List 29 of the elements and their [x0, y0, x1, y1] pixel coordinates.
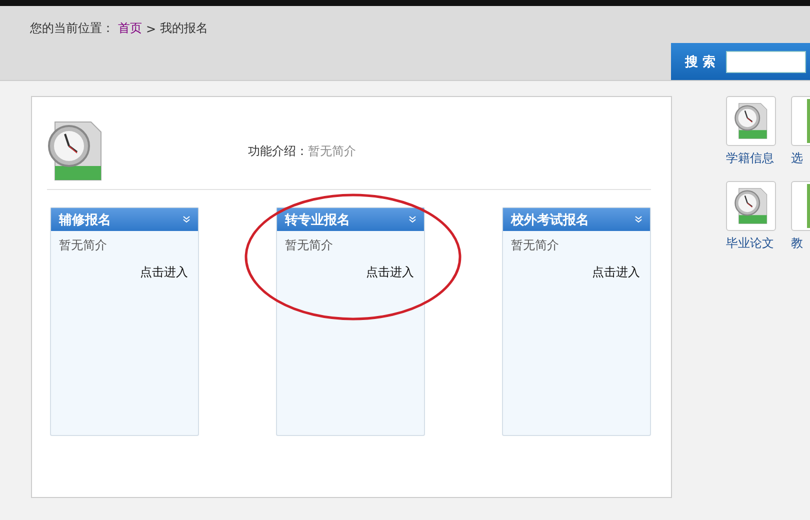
shortcut-label[interactable]: 教: [791, 235, 803, 252]
intro-label: 功能介绍：: [248, 142, 308, 160]
card-title: 辅修报名: [59, 212, 111, 228]
intro-value: 暂无简介: [308, 142, 356, 160]
enter-link[interactable]: 点击进入: [592, 265, 640, 279]
shortcut-label[interactable]: 学籍信息: [726, 150, 774, 167]
clock-document-icon: [47, 120, 103, 182]
card-description: 暂无简介: [58, 237, 108, 254]
clock-document-icon: [734, 102, 768, 140]
shortcut-tile[interactable]: [726, 96, 776, 146]
card-title: 校外考试报名: [511, 212, 589, 228]
search-field[interactable]: [726, 50, 806, 72]
chevron-down-icon[interactable]: [183, 216, 190, 223]
enter-link[interactable]: 点击进入: [366, 265, 414, 279]
enter-link[interactable]: 点击进入: [140, 265, 188, 279]
chevron-down-icon[interactable]: [409, 216, 416, 223]
card-description: 暂无简介: [284, 237, 334, 254]
search-label: 搜 索: [685, 54, 716, 70]
shortcut-label[interactable]: 毕业论文: [726, 235, 774, 252]
shortcut-label[interactable]: 选: [791, 150, 803, 167]
card-title: 转专业报名: [285, 212, 350, 228]
breadcrumb-label: 您的当前位置：: [30, 20, 114, 37]
home-link[interactable]: 首页: [118, 20, 142, 37]
card-description: 暂无简介: [510, 237, 560, 254]
chevron-down-icon[interactable]: [635, 216, 642, 223]
breadcrumb-separator: >: [146, 22, 156, 36]
shortcut-tile[interactable]: [726, 181, 776, 231]
clock-document-icon: [734, 187, 768, 225]
breadcrumb-current: 我的报名: [160, 20, 208, 37]
